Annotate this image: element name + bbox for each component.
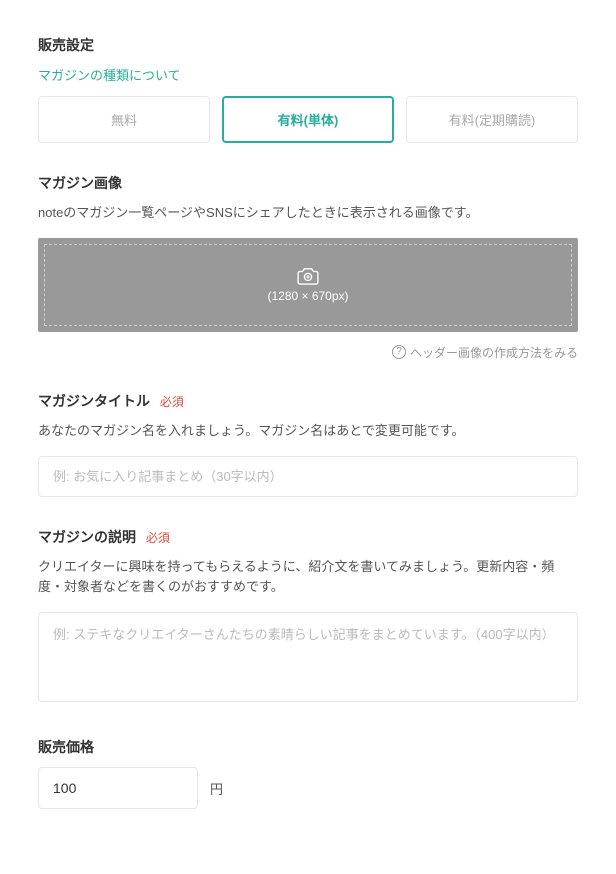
price-section: 販売価格 円 bbox=[38, 737, 578, 809]
sales-type-tabs: 無料 有料(単体) 有料(定期購読) bbox=[38, 96, 578, 143]
price-row: 円 bbox=[38, 767, 578, 809]
tab-paid-single[interactable]: 有料(単体) bbox=[222, 96, 394, 143]
tab-paid-subscription[interactable]: 有料(定期購読) bbox=[406, 96, 578, 143]
magazine-type-link[interactable]: マガジンの種類について bbox=[38, 65, 578, 84]
magazine-title-input[interactable] bbox=[38, 456, 578, 497]
header-image-help-text: ヘッダー画像の作成方法をみる bbox=[410, 344, 578, 361]
magazine-desc-input[interactable] bbox=[38, 612, 578, 702]
magazine-title-help: あなたのマガジン名を入れましょう。マガジン名はあとで変更可能です。 bbox=[38, 421, 578, 442]
camera-icon bbox=[297, 267, 319, 285]
magazine-desc-label: マガジンの説明 必須 bbox=[38, 527, 578, 547]
magazine-desc-text: マガジンの説明 bbox=[38, 529, 136, 545]
magazine-title-section: マガジンタイトル 必須 あなたのマガジン名を入れましょう。マガジン名はあとで変更… bbox=[38, 391, 578, 497]
image-upload-inner: (1280 × 670px) bbox=[44, 244, 572, 326]
magazine-image-section: マガジン画像 noteのマガジン一覧ページやSNSにシェアしたときに表示される画… bbox=[38, 173, 578, 361]
header-image-help-link[interactable]: ? ヘッダー画像の作成方法をみる bbox=[38, 344, 578, 361]
sales-settings-title: 販売設定 bbox=[38, 35, 578, 55]
magazine-title-label: マガジンタイトル 必須 bbox=[38, 391, 578, 411]
question-icon: ? bbox=[392, 345, 406, 359]
price-input[interactable] bbox=[38, 767, 198, 809]
image-upload-area[interactable]: (1280 × 670px) bbox=[38, 238, 578, 332]
sales-settings-section: 販売設定 マガジンの種類について 無料 有料(単体) 有料(定期購読) bbox=[38, 35, 578, 143]
magazine-title-text: マガジンタイトル bbox=[38, 393, 150, 409]
magazine-desc-section: マガジンの説明 必須 クリエイターに興味を持ってもらえるように、紹介文を書いてみ… bbox=[38, 527, 578, 708]
tab-free[interactable]: 無料 bbox=[38, 96, 210, 143]
image-size-label: (1280 × 670px) bbox=[267, 289, 348, 303]
magazine-image-help: noteのマガジン一覧ページやSNSにシェアしたときに表示される画像です。 bbox=[38, 203, 578, 224]
magazine-image-title: マガジン画像 bbox=[38, 173, 578, 193]
magazine-desc-help: クリエイターに興味を持ってもらえるように、紹介文を書いてみましょう。更新内容・頻… bbox=[38, 557, 578, 599]
currency-label: 円 bbox=[210, 779, 223, 798]
required-badge: 必須 bbox=[160, 395, 184, 409]
required-badge: 必須 bbox=[146, 531, 170, 545]
price-title: 販売価格 bbox=[38, 737, 578, 757]
